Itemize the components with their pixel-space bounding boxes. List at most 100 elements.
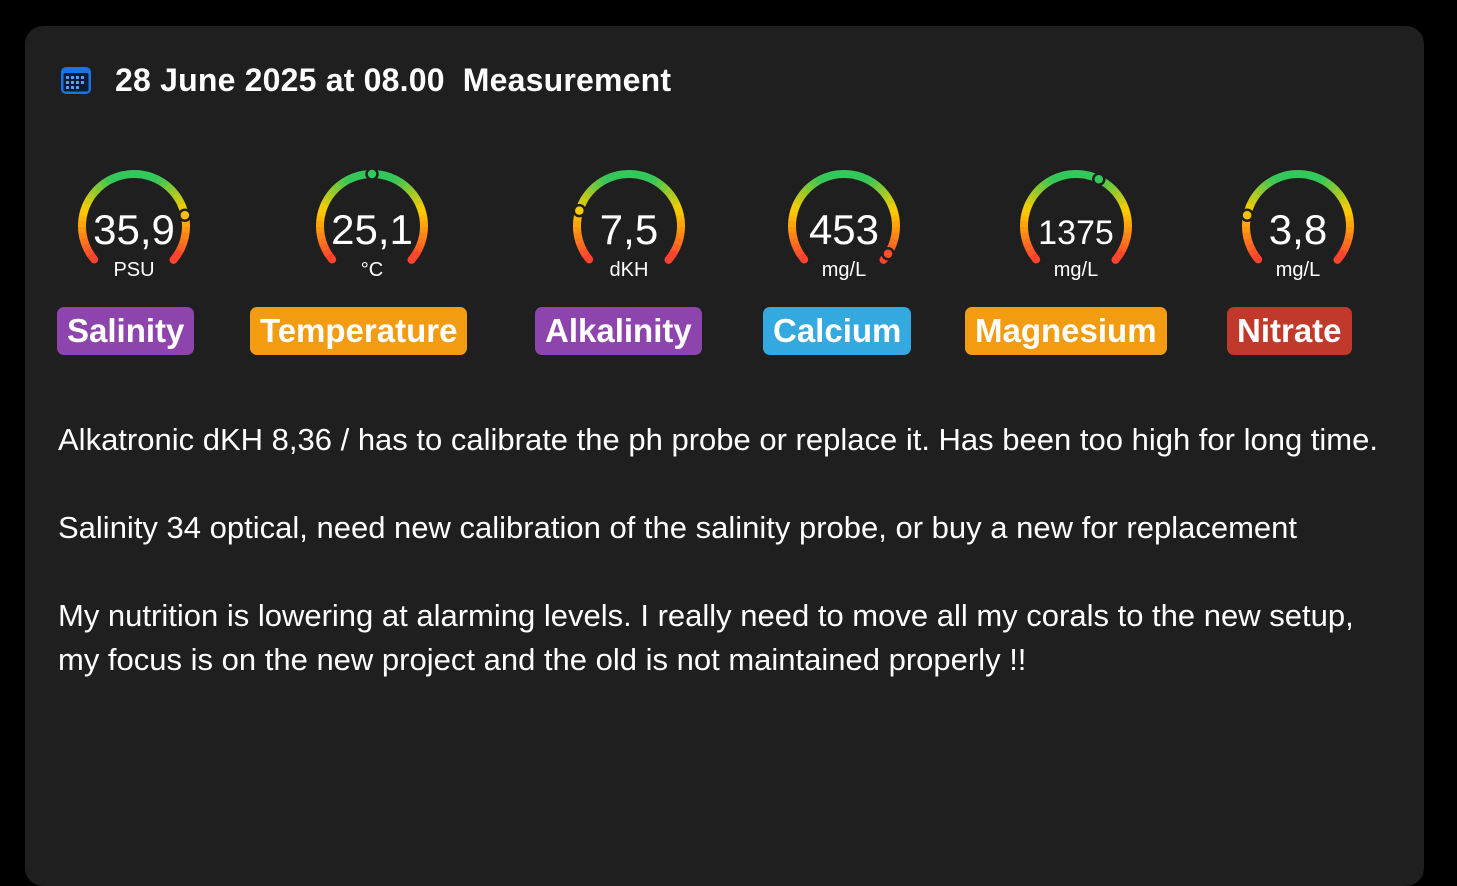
- gauge-arc-segment: [803, 189, 807, 194]
- gauge-arc-segment: [101, 182, 106, 186]
- gauge-arc-segment: [140, 174, 146, 175]
- gauge-arc-segment: [1304, 174, 1310, 175]
- badge-salinity[interactable]: Salinity: [57, 307, 194, 355]
- gauge-arc-segment: [1035, 189, 1039, 194]
- gauge-arc-segment: [832, 174, 838, 175]
- gauge-value: 1375: [1011, 211, 1141, 255]
- gauge-arc-segment: [588, 189, 592, 194]
- gauge-arc-segment: [106, 179, 112, 182]
- gauge-arc-segment: [389, 177, 395, 180]
- gauge-unit: mg/L: [1233, 259, 1363, 281]
- gauge-arc-segment: [596, 182, 601, 186]
- badge-alkalinity[interactable]: Alkalinity: [535, 307, 702, 355]
- gauge-arc-segment: [850, 174, 856, 175]
- gauge-unit: dKH: [564, 259, 694, 281]
- gauge-value: 3,8: [1233, 208, 1363, 252]
- gauge-alkalinity: 7,5 dKH: [564, 164, 694, 282]
- gauge-arc-segment: [1275, 177, 1281, 179]
- gauge-arc-segment: [827, 175, 833, 177]
- gauge-salinity: 35,9 PSU: [69, 164, 199, 282]
- gauge-arc-segment: [1265, 182, 1270, 186]
- badge-calcium[interactable]: Calcium: [763, 307, 911, 355]
- gauge-arc-segment: [416, 199, 419, 205]
- gauge-value: 35,9: [69, 208, 199, 252]
- gauge-arc-segment: [646, 177, 652, 180]
- gauge-arc-segment: [872, 182, 877, 186]
- gauge-value: 7,5: [564, 208, 694, 252]
- gauge-arc-segment: [821, 177, 827, 179]
- gauge-nitrate: 3,8 mg/L: [1233, 164, 1363, 282]
- gauge-arc-segment: [87, 198, 90, 204]
- gauge-arc-segment: [349, 177, 355, 179]
- gauge-arc-segment: [807, 185, 812, 189]
- gauge-arc-segment: [666, 190, 670, 195]
- card-header: 28 June 2025 at 08.00 Measurement: [59, 60, 671, 100]
- measurement-notes: Alkatronic dKH 8,36 / has to calibrate t…: [58, 418, 1388, 726]
- gauge-arc-segment: [1310, 175, 1316, 177]
- measurement-card[interactable]: 28 June 2025 at 08.00 Measurement 35,9 P…: [25, 26, 1424, 886]
- gauge-arc-segment: [1270, 179, 1276, 182]
- gauge-unit: °C: [307, 259, 437, 281]
- gauge-arc-segment: [1342, 199, 1345, 205]
- note-paragraph: My nutrition is lowering at alarming lev…: [58, 594, 1388, 682]
- gauge-unit: mg/L: [779, 259, 909, 281]
- gauge-arc-segment: [1064, 174, 1070, 175]
- gauge-arc-segment: [400, 182, 405, 186]
- badge-nitrate[interactable]: Nitrate: [1227, 307, 1352, 355]
- gauge-arc-segment: [1109, 186, 1114, 190]
- gauge-arc-segment: [1039, 185, 1044, 189]
- gauge-arc-segment: [151, 177, 157, 180]
- gauge-arc-segment: [1339, 194, 1343, 199]
- gauge-arc-segment: [1082, 174, 1088, 175]
- gauge-arc-segment: [111, 177, 117, 179]
- gauge-value: 25,1: [307, 208, 437, 252]
- gauge-arc-segment: [1059, 175, 1065, 177]
- badge-temperature[interactable]: Temperature: [250, 307, 467, 355]
- gauge-temperature: 25,1 °C: [307, 164, 437, 282]
- gauge-arc-segment: [1117, 194, 1121, 199]
- note-paragraph: Salinity 34 optical, need new calibratio…: [58, 506, 1388, 550]
- gauge-arc-segment: [162, 182, 167, 186]
- gauge-arc-segment: [811, 182, 816, 186]
- gauge-arc-segment: [582, 198, 585, 204]
- gauge-arc-segment: [662, 186, 667, 190]
- gauge-arc-segment: [1053, 177, 1059, 179]
- gauge-arc-segment: [146, 175, 152, 177]
- gauge-arc-segment: [1261, 185, 1266, 189]
- gauge-magnesium: 1375 mg/L: [1011, 164, 1141, 282]
- badge-magnesium[interactable]: Magnesium: [965, 307, 1167, 355]
- gauge-arc-segment: [877, 186, 882, 190]
- gauge-marker: [1093, 174, 1104, 185]
- gauge-arc-segment: [670, 194, 674, 199]
- gauge-arc-segment: [335, 185, 340, 189]
- gauge-arc-segment: [617, 174, 623, 175]
- gauge-calcium: 453 mg/L: [779, 164, 909, 282]
- measurement-date: 28 June 2025 at 08.00: [115, 62, 445, 99]
- gauge-arc-segment: [1032, 194, 1036, 199]
- gauge-arc-segment: [885, 194, 889, 199]
- gauge-arc-segment: [856, 175, 862, 177]
- gauge-arc-segment: [1331, 186, 1336, 190]
- gauge-arc-segment: [90, 194, 94, 199]
- gauge-arc-segment: [585, 194, 589, 199]
- note-paragraph: Alkatronic dKH 8,36 / has to calibrate t…: [58, 418, 1388, 462]
- gauge-arc-segment: [592, 185, 597, 189]
- gauge-arc-segment: [797, 198, 800, 204]
- gauge-unit: mg/L: [1011, 259, 1141, 281]
- gauge-arc-segment: [97, 185, 102, 189]
- gauge-arc-segment: [167, 186, 172, 190]
- gauge-arc-segment: [122, 174, 128, 175]
- gauge-arc-segment: [800, 194, 804, 199]
- gauge-value: 453: [779, 208, 909, 252]
- gauge-arc-segment: [673, 199, 676, 205]
- gauge-arc-segment: [888, 199, 891, 205]
- gauge-arc-segment: [867, 179, 873, 182]
- gauge-arc-segment: [1113, 190, 1117, 195]
- gauge-arc-segment: [1029, 198, 1032, 204]
- gauge-arc-segment: [1286, 174, 1292, 175]
- gauge-arc-segment: [331, 189, 335, 194]
- gauge-arc-segment: [1315, 177, 1321, 180]
- gauge-arc-segment: [641, 175, 647, 177]
- gauge-arc-segment: [93, 189, 97, 194]
- gauge-arc-segment: [378, 174, 384, 175]
